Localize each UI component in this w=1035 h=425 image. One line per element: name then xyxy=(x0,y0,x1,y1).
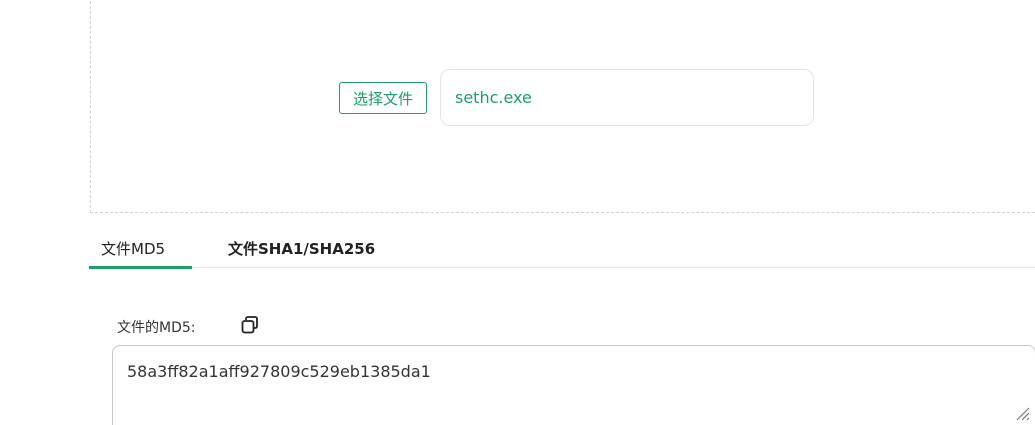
resize-grip-icon[interactable] xyxy=(1013,404,1031,422)
choose-file-button[interactable]: 选择文件 xyxy=(339,82,427,114)
active-tab-indicator xyxy=(89,266,192,269)
tab-md5[interactable]: 文件MD5 xyxy=(101,238,165,259)
md5-result-label: 文件的MD5: xyxy=(117,320,196,336)
selected-filename: sethc.exe xyxy=(455,88,532,107)
copy-icon[interactable] xyxy=(240,315,260,335)
hash-type-tabs: 文件MD5 文件SHA1/SHA256 xyxy=(88,226,1035,269)
choose-file-label: 选择文件 xyxy=(352,89,413,108)
selected-filename-field: sethc.exe xyxy=(440,69,814,126)
tab-sha[interactable]: 文件SHA1/SHA256 xyxy=(228,238,375,259)
md5-result-textarea[interactable]: 58a3ff82a1aff927809c529eb1385da1 xyxy=(112,345,1035,425)
